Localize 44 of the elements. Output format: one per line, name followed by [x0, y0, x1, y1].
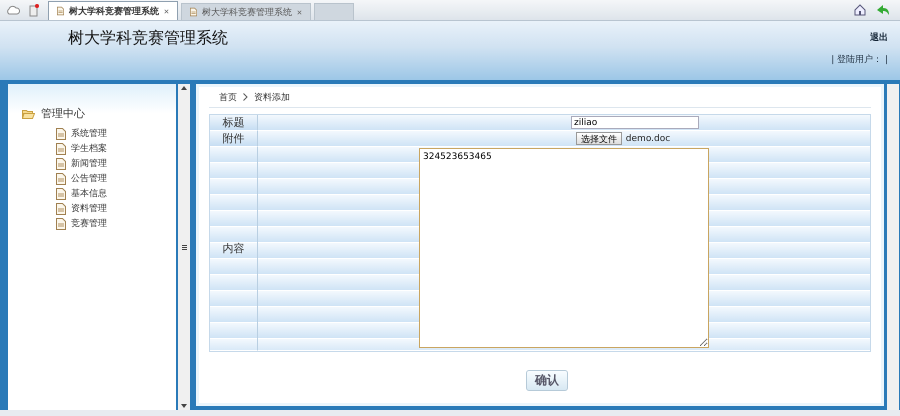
page-icon — [57, 5, 64, 17]
page-icon — [190, 6, 198, 18]
close-icon[interactable] — [164, 8, 169, 14]
home-icon[interactable] — [854, 4, 866, 16]
field-label: 内容 — [210, 147, 258, 351]
document-icon — [56, 172, 66, 184]
scrollbar[interactable] — [887, 84, 899, 410]
notepad-icon[interactable] — [29, 4, 39, 16]
tree-item[interactable]: 竞赛管理 — [56, 217, 176, 230]
tree-item[interactable]: 基本信息 — [56, 187, 176, 200]
chevron-icon — [243, 93, 248, 101]
browser-tab[interactable]: 树大学科竞赛管理系统 — [181, 3, 311, 20]
tree-item[interactable]: 公告管理 — [56, 172, 176, 185]
scroll-down-icon[interactable] — [181, 404, 187, 408]
browser-tab[interactable]: 树大学科竞赛管理系统 — [48, 1, 178, 20]
folder-icon — [22, 108, 35, 118]
tree-item[interactable]: 新闻管理 — [56, 157, 176, 170]
field-label: 标题 — [210, 115, 258, 131]
tree-item[interactable]: 学生档案 — [56, 142, 176, 155]
logged-user-label: | 登陆用户： | — [831, 54, 888, 66]
confirm-button[interactable]: 确认 — [526, 370, 568, 391]
content-textarea[interactable]: 324523653465 — [419, 148, 709, 348]
close-icon[interactable] — [297, 8, 302, 16]
breadcrumb-link[interactable]: 首页 — [219, 90, 237, 104]
document-icon — [56, 202, 66, 214]
document-icon — [56, 158, 66, 170]
tree-item[interactable]: 系统管理 — [56, 127, 176, 140]
document-icon — [56, 142, 66, 154]
choose-file-button[interactable]: 选择文件 — [576, 132, 622, 145]
document-icon — [56, 188, 66, 200]
splitter-handle[interactable] — [182, 244, 186, 250]
tree-folder[interactable]: 管理中心 — [22, 106, 176, 121]
back-arrow-icon[interactable] — [876, 4, 890, 16]
field-label: 附件 — [210, 131, 258, 147]
document-icon — [56, 128, 66, 140]
cloud-icon[interactable] — [6, 5, 20, 15]
title-input[interactable]: ziliao — [571, 116, 699, 129]
scroll-up-icon[interactable] — [181, 86, 187, 90]
logout-link[interactable]: 退出 — [870, 31, 888, 44]
document-icon — [56, 218, 66, 230]
tree-item[interactable]: 资料管理 — [56, 202, 176, 215]
file-name: demo.doc — [626, 134, 670, 144]
breadcrumb-current: 资料添加 — [254, 92, 290, 104]
site-title: 树大学科竞赛管理系统 — [68, 28, 228, 49]
